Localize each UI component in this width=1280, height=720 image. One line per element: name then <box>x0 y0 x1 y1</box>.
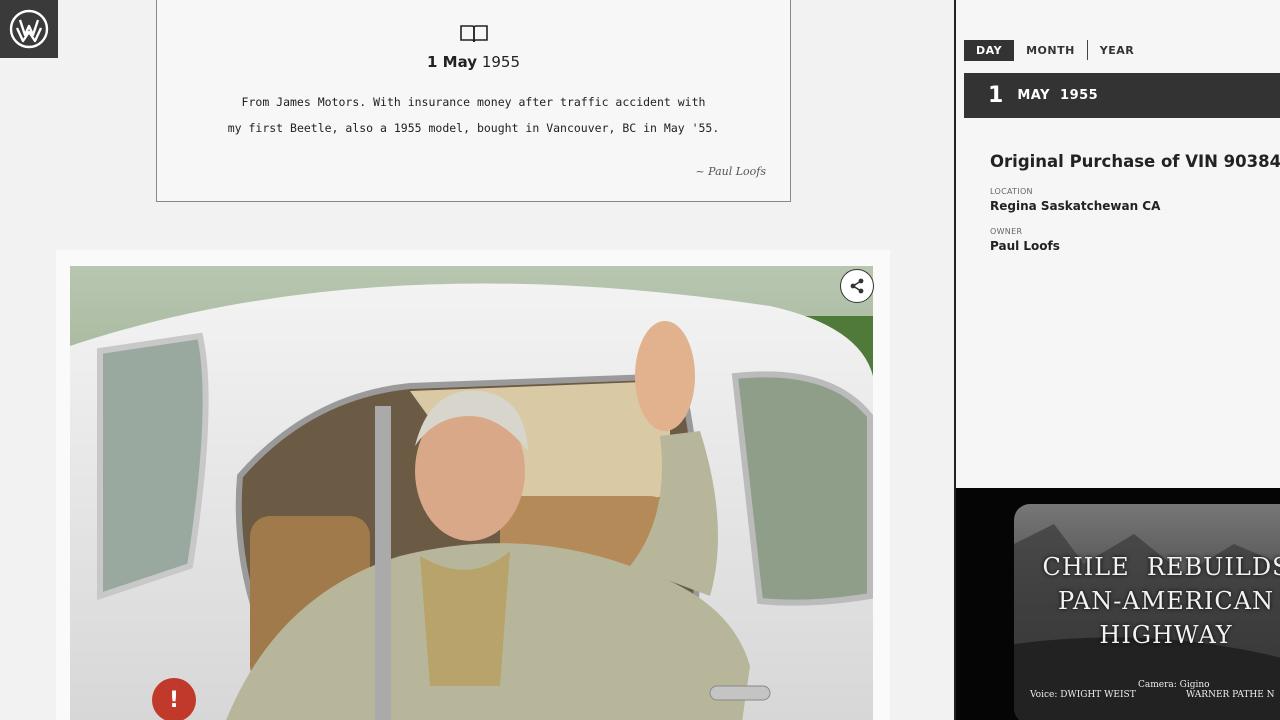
tab-month[interactable]: MONTH <box>1014 40 1087 61</box>
newsreel-video[interactable]: CHILE REBUILDS PAN-AMERICAN HIGHWAY Came… <box>956 488 1280 720</box>
video-credit-camera: Camera: Gigino <box>1138 680 1210 690</box>
diary-date-year: 1955 <box>481 53 520 71</box>
alert-icon: ! <box>168 687 180 713</box>
share-button[interactable] <box>840 269 874 303</box>
video-title: CHILE REBUILDS PAN-AMERICAN HIGHWAY <box>1016 550 1280 652</box>
owner-label: OWNER <box>990 227 1023 236</box>
owner-value: Paul Loofs <box>990 239 1060 253</box>
date-month-year: MAY 1955 <box>1017 88 1099 103</box>
diary-line: my first Beetle, also a 1955 model, boug… <box>227 121 720 135</box>
event-title: Original Purchase of VIN 903847 <box>990 152 1280 171</box>
photo-card <box>56 250 890 720</box>
location-value: Regina Saskatchewan CA <box>990 199 1161 213</box>
timeline-tabs: DAY MONTH YEAR <box>964 38 1146 62</box>
date-day-number: 1 <box>988 83 1004 108</box>
diary-date-day: 1 May <box>427 53 478 71</box>
location-label: LOCATION <box>990 187 1033 196</box>
diary-signature: ~ Paul Loofs <box>695 165 766 178</box>
video-title-line: CHILE REBUILDS <box>1042 553 1280 581</box>
diary-date: 1 May 1955 <box>157 53 790 71</box>
tab-year[interactable]: YEAR <box>1088 40 1146 61</box>
photo-illustration <box>70 266 873 720</box>
diary-line: From James Motors. With insurance money … <box>241 95 706 109</box>
tab-day[interactable]: DAY <box>964 39 1015 61</box>
vw-logo[interactable] <box>0 0 58 58</box>
alert-button[interactable]: ! <box>152 678 196 720</box>
open-book-icon <box>460 25 488 43</box>
video-title-line: PAN-AMERICAN <box>1057 587 1275 615</box>
date-bar: 1 MAY 1955 <box>964 73 1280 118</box>
video-credit-studio: WARNER PATHE N <box>1186 690 1275 700</box>
vw-logo-icon <box>9 9 49 49</box>
video-title-line: HIGHWAY <box>1099 621 1233 649</box>
video-credit-voice: Voice: DWIGHT WEIST <box>1030 690 1136 700</box>
owner-photo[interactable] <box>70 266 873 720</box>
diary-card: 1 May 1955 From James Motors. With insur… <box>156 0 791 202</box>
diary-text: From James Motors. With insurance money … <box>157 89 790 141</box>
share-icon <box>850 278 864 294</box>
